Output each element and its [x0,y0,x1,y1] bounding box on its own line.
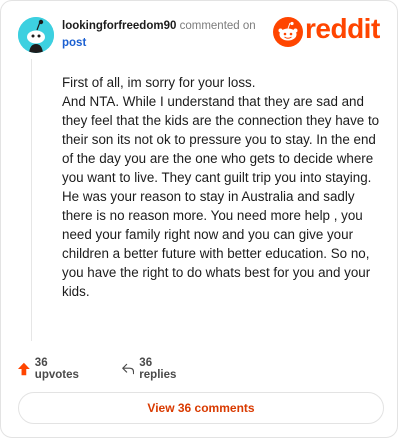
comment-paragraph: And NTA. While I understand that they ar… [62,94,380,299]
reply-button[interactable]: 36 replies [122,357,180,381]
reddit-logo-icon [273,17,303,47]
upvote-count: 36 upvotes [34,357,79,381]
user-avatar[interactable] [18,17,54,53]
comment-body: First of all, im sorry for your loss. An… [18,59,383,341]
post-link[interactable]: post [62,35,256,52]
reply-count: 36 replies [139,357,177,381]
comment-paragraph: First of all, im sorry for your loss. [62,75,256,90]
commented-on-label: commented on [179,20,256,32]
snoo-avatar-icon [18,17,54,53]
reddit-logo[interactable]: reddit [273,13,383,48]
upvote-button[interactable]: 36 upvotes [18,357,82,381]
comment-meta: lookingforfreedom90 commented on post [62,18,256,52]
comment-text: First of all, im sorry for your loss. An… [62,73,387,301]
comment-card: lookingforfreedom90 commented on post re… [0,0,398,438]
view-comments-button[interactable]: View 36 comments [18,392,384,424]
reply-arrow-icon [122,363,135,375]
thread-line [31,59,32,341]
reddit-wordmark: reddit [305,13,380,44]
username-link[interactable]: lookingforfreedom90 [62,20,176,32]
comment-header: lookingforfreedom90 commented on post re… [18,13,383,54]
upvote-arrow-icon [18,362,30,376]
